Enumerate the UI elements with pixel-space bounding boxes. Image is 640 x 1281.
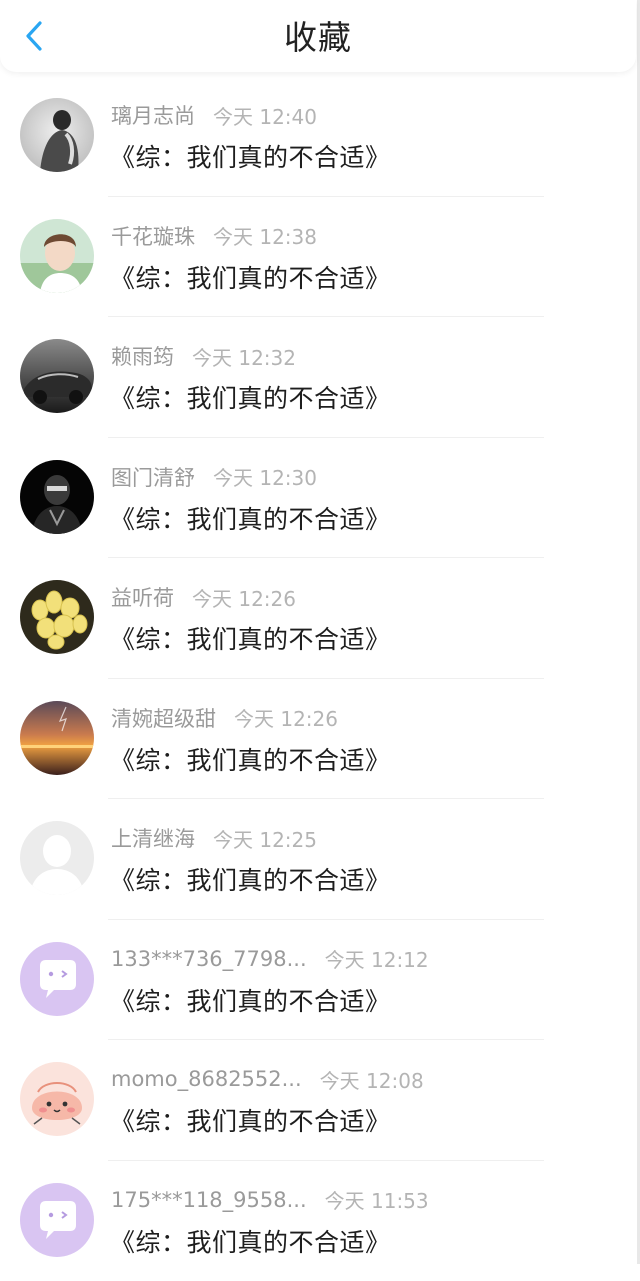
username[interactable]: 图门清舒 [111, 462, 195, 492]
username[interactable]: 赖雨筠 [111, 341, 174, 371]
avatar[interactable] [20, 1183, 94, 1257]
timestamp: 今天 12:30 [213, 462, 317, 491]
book-title[interactable]: 《综：我们真的不合适》 [110, 741, 391, 777]
list-item[interactable]: 益听荷 今天 12:26 《综：我们真的不合适》 [0, 558, 636, 679]
avatar[interactable] [20, 339, 94, 413]
book-title[interactable]: 《综：我们真的不合适》 [110, 861, 391, 897]
username[interactable]: 清婉超级甜 [111, 703, 216, 733]
book-title[interactable]: 《综：我们真的不合适》 [110, 982, 391, 1018]
timestamp: 今天 12:26 [192, 583, 296, 612]
username[interactable]: 璃月志尚 [111, 100, 195, 130]
list-item[interactable]: 图门清舒 今天 12:30 《综：我们真的不合适》 [0, 438, 636, 559]
username[interactable]: 千花璇珠 [111, 221, 195, 251]
list-item[interactable]: 上清继海 今天 12:25 《综：我们真的不合适》 [0, 799, 636, 920]
avatar[interactable] [20, 1062, 94, 1136]
list-item[interactable]: 赖雨筠 今天 12:32 《综：我们真的不合适》 [0, 317, 636, 438]
book-title[interactable]: 《综：我们真的不合适》 [110, 138, 391, 174]
timestamp: 今天 11:53 [325, 1185, 429, 1214]
list-item[interactable]: 清婉超级甜 今天 12:26 《综：我们真的不合适》 [0, 679, 636, 800]
timestamp: 今天 12:25 [213, 824, 317, 853]
username[interactable]: momo_8682552... [111, 1067, 302, 1091]
avatar[interactable] [20, 701, 94, 775]
page-title: 收藏 [0, 0, 636, 76]
timestamp: 今天 12:40 [213, 101, 317, 130]
list-item[interactable]: 133***736_7798... 今天 12:12 《综：我们真的不合适》 [0, 920, 636, 1041]
timestamp: 今天 12:32 [192, 342, 296, 371]
book-title[interactable]: 《综：我们真的不合适》 [110, 500, 391, 536]
avatar[interactable] [20, 821, 94, 895]
book-title[interactable]: 《综：我们真的不合适》 [110, 259, 391, 295]
list-item[interactable]: 璃月志尚 今天 12:40 《综：我们真的不合适》 [0, 76, 636, 197]
list-item[interactable]: 175***118_9558... 今天 11:53 《综：我们真的不合适》 [0, 1161, 636, 1281]
book-title[interactable]: 《综：我们真的不合适》 [110, 620, 391, 656]
avatar[interactable] [20, 580, 94, 654]
username[interactable]: 133***736_7798... [111, 947, 307, 971]
username[interactable]: 175***118_9558... [111, 1188, 307, 1212]
favorites-list: 璃月志尚 今天 12:40 《综：我们真的不合适》 千花璇珠 今天 12:38 … [0, 76, 636, 1281]
book-title[interactable]: 《综：我们真的不合适》 [110, 1102, 391, 1138]
avatar[interactable] [20, 942, 94, 1016]
timestamp: 今天 12:08 [320, 1065, 424, 1094]
timestamp: 今天 12:26 [234, 703, 338, 732]
username[interactable]: 益听荷 [111, 582, 174, 612]
timestamp: 今天 12:12 [325, 944, 429, 973]
list-item[interactable]: momo_8682552... 今天 12:08 《综：我们真的不合适》 [0, 1040, 636, 1161]
book-title[interactable]: 《综：我们真的不合适》 [110, 1223, 391, 1259]
avatar[interactable] [20, 219, 94, 293]
timestamp: 今天 12:38 [213, 221, 317, 250]
username[interactable]: 上清继海 [111, 823, 195, 853]
book-title[interactable]: 《综：我们真的不合适》 [110, 379, 391, 415]
list-item[interactable]: 千花璇珠 今天 12:38 《综：我们真的不合适》 [0, 197, 636, 318]
avatar[interactable] [20, 98, 94, 172]
avatar[interactable] [20, 460, 94, 534]
top-bar: 收藏 [0, 0, 636, 72]
